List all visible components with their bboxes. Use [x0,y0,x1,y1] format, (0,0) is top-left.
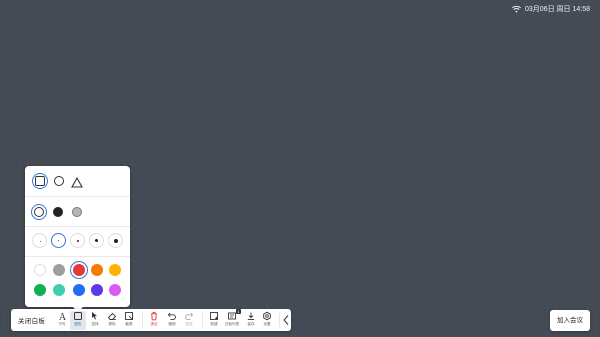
pen-icon: A [54,311,70,321]
snapshot-tool[interactable]: 截屏 [121,311,137,330]
shape-options-panel [25,166,130,312]
color-swatch-green[interactable] [34,284,46,296]
toolbar-divider [202,313,203,327]
color-swatch-blue[interactable] [73,284,85,296]
triangle-shape-icon[interactable] [71,175,83,193]
redo-button[interactable]: 重做 [181,311,197,330]
color-swatch-red[interactable] [73,264,85,276]
outline-fill-option[interactable] [34,207,44,217]
chevron-left-icon [281,314,291,326]
clear-button[interactable]: 清空 [146,311,162,330]
undo-icon [164,311,180,321]
stroke-size-4[interactable] [89,233,104,248]
color-swatch-purple[interactable] [91,284,103,296]
snapshot-icon [121,311,137,321]
page-list-icon: 1 [223,309,241,321]
wifi-icon [512,5,521,13]
color-swatch-white[interactable] [34,264,46,276]
select-tool[interactable]: 选择 [87,311,103,330]
color-swatch-magenta[interactable] [109,284,121,296]
semi-fill-option[interactable] [72,207,82,217]
collapse-toolbar-button[interactable] [281,314,291,333]
whiteboard-toolbar: 关闭白板 A 书写 图形 选择 擦除 截屏 清空 撤销 重做 新建 1 白板列表… [11,309,291,331]
color-swatch-teal[interactable] [53,284,65,296]
undo-button[interactable]: 撤销 [164,311,180,330]
toolbar-divider [142,313,143,327]
page-list-button[interactable]: 1 白板列表 [223,309,241,330]
page-count-badge: 1 [236,309,241,314]
download-icon [243,311,259,321]
eraser-icon [104,311,120,321]
circle-shape-icon[interactable] [54,176,64,186]
join-meeting-button[interactable]: 加入会议 [550,310,590,331]
settings-button[interactable]: 设置 [259,311,275,330]
square-shape-icon [70,311,86,321]
color-swatch-gray[interactable] [53,264,65,276]
stroke-size-5[interactable] [108,233,123,248]
color-palette [25,257,130,307]
gear-icon [259,311,275,321]
solid-fill-option[interactable] [53,207,63,217]
color-swatch-yellow[interactable] [109,264,121,276]
close-whiteboard-button[interactable]: 关闭白板 [18,315,45,325]
redo-icon [181,311,197,321]
pen-tool[interactable]: A 书写 [54,311,70,330]
new-page-icon [206,311,222,321]
stroke-size-1[interactable] [32,233,47,248]
stroke-size-2[interactable] [51,233,66,248]
shape-type-row [25,166,130,197]
shape-tool[interactable]: 图形 [70,311,86,330]
stroke-size-row [25,227,130,257]
status-bar: 03月06日 周日 14:58 [512,3,590,15]
stroke-size-3[interactable] [70,233,85,248]
cursor-arrow-icon [87,311,103,321]
datetime-text: 03月06日 周日 14:58 [525,6,590,13]
trash-icon [146,311,162,321]
fill-mode-row [25,197,130,227]
svg-text:A: A [58,312,66,321]
toolbar-divider [279,313,280,327]
new-page-button[interactable]: 新建 [206,311,222,330]
save-button[interactable]: 保存 [243,311,259,330]
eraser-tool[interactable]: 擦除 [104,311,120,330]
color-swatch-orange[interactable] [91,264,103,276]
square-shape-icon[interactable] [35,176,45,186]
